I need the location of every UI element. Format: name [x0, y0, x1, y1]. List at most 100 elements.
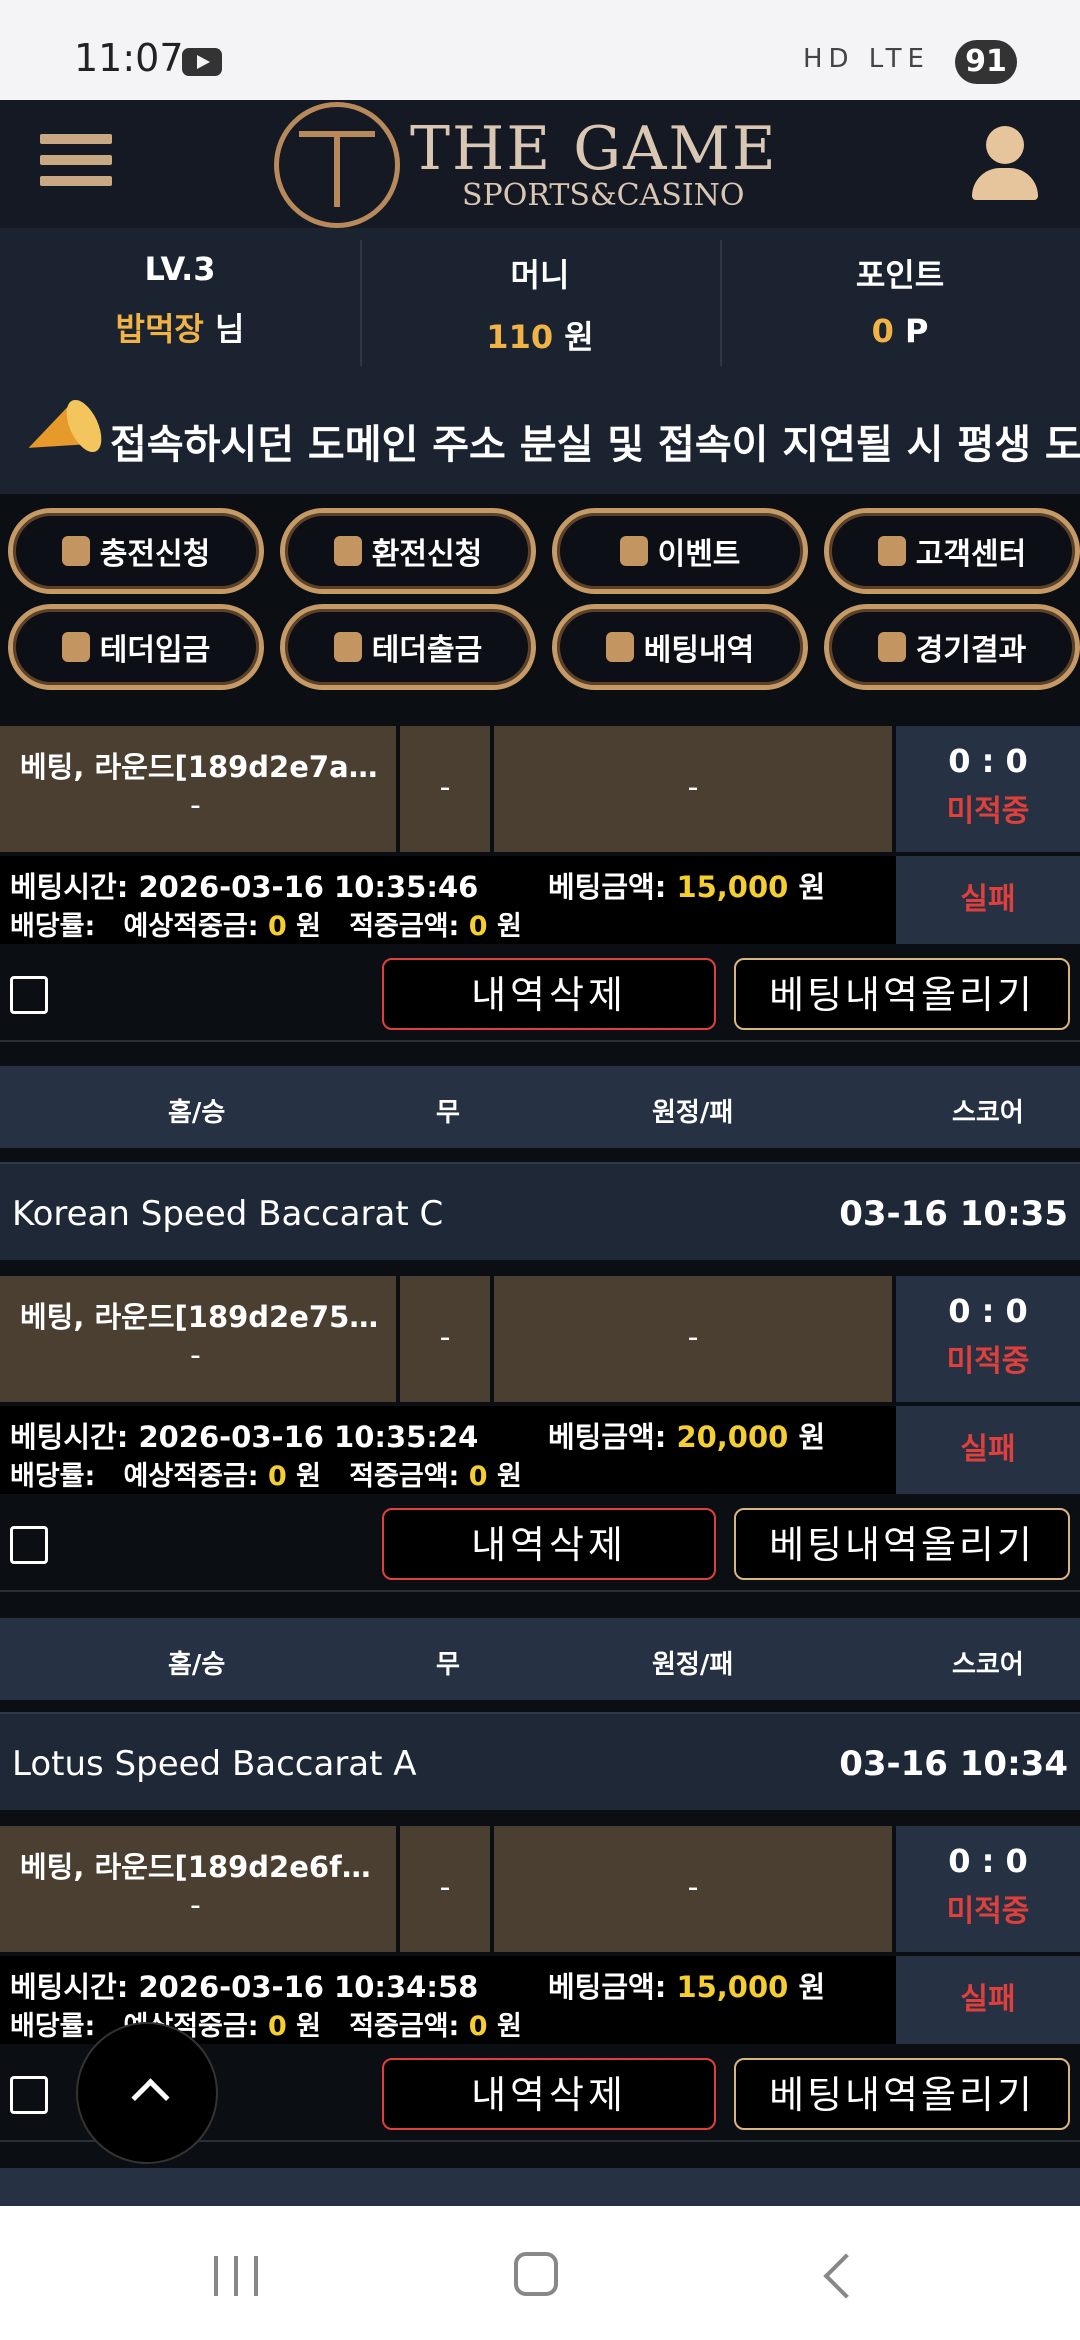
- result-badge: 실패: [896, 1956, 1080, 2044]
- notice-banner[interactable]: 접속하시던 도메인 주소 분실 및 접속이 지연될 시 평생 도!: [0, 378, 1080, 494]
- money-panel: 머니 110 원: [360, 228, 720, 378]
- hit-state: 미적중: [946, 794, 1030, 829]
- menu-support-button[interactable]: 고객센터: [824, 508, 1080, 594]
- home-cell: 베팅, 라운드[189d2e6f8… -: [0, 1826, 396, 1952]
- score-value: 0 : 0: [948, 742, 1028, 780]
- hand-coin-icon: [333, 632, 362, 662]
- bet-amount: 20,000: [676, 1420, 789, 1454]
- hand-coin-icon: [333, 536, 362, 566]
- system-navigation-bar: [0, 2206, 1080, 2340]
- point-value: 0: [871, 312, 894, 350]
- user-level: LV.3: [144, 250, 216, 288]
- menu-deposit-button[interactable]: 충전신청: [8, 508, 264, 594]
- bet-time: 2026-03-16 10:34:58: [138, 1970, 479, 2004]
- scroll-top-button[interactable]: [76, 2022, 218, 2164]
- point-unit: P: [904, 312, 929, 350]
- app-header: THE GAME SPORTS&CASINO: [0, 100, 1080, 228]
- megaphone-icon: [16, 394, 109, 474]
- game-time: 03-16 10:35: [839, 1194, 1068, 1234]
- bet-sub: -: [190, 1888, 201, 1923]
- score-cell: 0 : 0 미적중: [896, 1276, 1080, 1402]
- bet-amount: 15,000: [676, 1970, 789, 2004]
- scoreboard-icon: [877, 632, 906, 662]
- menu-event-button[interactable]: 이벤트: [552, 508, 808, 594]
- score-cell: 0 : 0 미적중: [896, 1826, 1080, 1952]
- delete-history-button[interactable]: 내역삭제: [382, 958, 716, 1030]
- bet-amount: 15,000: [676, 870, 789, 904]
- away-cell: -: [494, 1826, 892, 1952]
- status-time: 11:07: [74, 36, 184, 80]
- post-history-button[interactable]: 베팅내역올리기: [734, 958, 1070, 1030]
- back-icon[interactable]: [823, 2253, 869, 2299]
- bet-time: 2026-03-16 10:35:46: [138, 870, 479, 904]
- network-status-icons: HD LTE: [802, 44, 930, 74]
- money-value: 110: [486, 318, 554, 356]
- table-header: 홈/승 무 원정/패 스코어: [0, 1618, 1080, 1700]
- logo-emblem-icon[interactable]: [274, 102, 400, 228]
- logo-title[interactable]: THE GAME: [410, 114, 778, 184]
- point-label: 포인트: [855, 256, 945, 294]
- status-bar: 11:07 HD LTE 91: [0, 0, 1080, 100]
- bet-detail: 베팅시간: 2026-03-16 10:35:24 베팅금액: 20,000 원…: [0, 1406, 1080, 1494]
- headset-icon: [877, 536, 906, 566]
- hit-amount: 0: [468, 1461, 488, 1492]
- expected-amount: 0: [267, 2011, 287, 2042]
- money-unit: 원: [564, 318, 594, 356]
- logo-subtitle: SPORTS&CASINO: [462, 178, 745, 213]
- game-name: Lotus Speed Baccarat A: [12, 1744, 417, 1784]
- result-badge: 실패: [896, 856, 1080, 944]
- list-icon: [605, 632, 634, 662]
- money-label: 머니: [510, 256, 570, 294]
- user-profile-icon[interactable]: [970, 126, 1040, 202]
- menu-bet-history-button[interactable]: 베팅내역: [552, 604, 808, 690]
- delete-history-button[interactable]: 내역삭제: [382, 2058, 716, 2130]
- table-header-partial: [0, 2168, 1080, 2206]
- game-title-row: Korean Speed Baccarat C 03-16 10:35: [0, 1162, 1080, 1260]
- notice-text: 접속하시던 도메인 주소 분실 및 접속이 지연될 시 평생 도!: [110, 422, 1080, 468]
- hamburger-menu-icon[interactable]: [40, 134, 112, 194]
- bet-label: 베팅, 라운드[189d2e758…: [20, 1300, 380, 1334]
- game-time: 03-16 10:34: [839, 1744, 1068, 1784]
- hit-state: 미적중: [946, 1894, 1030, 1929]
- select-checkbox[interactable]: [10, 1526, 48, 1564]
- result-badge: 실패: [896, 1406, 1080, 1494]
- bet-sub: -: [190, 788, 201, 823]
- bet-actions: 내역삭제 베팅내역올리기: [0, 1494, 1080, 1592]
- score-cell: 0 : 0 미적중: [896, 726, 1080, 852]
- bet-row[interactable]: 베팅, 라운드[189d2e6f8… - - - 0 : 0 미적중: [0, 1826, 1080, 1952]
- delete-history-button[interactable]: 내역삭제: [382, 1508, 716, 1580]
- draw-cell: -: [400, 726, 490, 852]
- select-checkbox[interactable]: [10, 976, 48, 1014]
- youtube-icon: [182, 48, 222, 76]
- hit-amount: 0: [468, 2011, 488, 2042]
- select-checkbox[interactable]: [10, 2076, 48, 2114]
- game-name: Korean Speed Baccarat C: [12, 1194, 444, 1234]
- bet-row[interactable]: 베팅, 라운드[189d2e7a91… - - - 0 : 0 미적중: [0, 726, 1080, 852]
- battery-indicator: 91: [955, 40, 1017, 84]
- bet-sub: -: [190, 1338, 201, 1373]
- calendar-star-icon: [619, 536, 648, 566]
- menu-tether-withdraw-button[interactable]: 테더출금: [280, 604, 536, 690]
- bet-time: 2026-03-16 10:35:24: [138, 1420, 479, 1454]
- money-bag-icon: [61, 632, 90, 662]
- game-title-row: Lotus Speed Baccarat A 03-16 10:34: [0, 1712, 1080, 1810]
- home-cell: 베팅, 라운드[189d2e758… -: [0, 1276, 396, 1402]
- bet-label: 베팅, 라운드[189d2e7a91…: [20, 750, 380, 784]
- menu-results-button[interactable]: 경기결과: [824, 604, 1080, 690]
- recent-apps-icon[interactable]: [214, 2256, 258, 2296]
- bet-row[interactable]: 베팅, 라운드[189d2e758… - - - 0 : 0 미적중: [0, 1276, 1080, 1402]
- expected-amount: 0: [267, 911, 287, 942]
- bet-actions: 내역삭제 베팅내역올리기: [0, 944, 1080, 1042]
- home-icon[interactable]: [514, 2252, 558, 2296]
- hit-state: 미적중: [946, 1344, 1030, 1379]
- away-cell: -: [494, 1276, 892, 1402]
- score-value: 0 : 0: [948, 1842, 1028, 1880]
- menu-tether-deposit-button[interactable]: 테더입금: [8, 604, 264, 690]
- score-value: 0 : 0: [948, 1292, 1028, 1330]
- post-history-button[interactable]: 베팅내역올리기: [734, 1508, 1070, 1580]
- away-cell: -: [494, 726, 892, 852]
- post-history-button[interactable]: 베팅내역올리기: [734, 2058, 1070, 2130]
- table-header: 홈/승 무 원정/패 스코어: [0, 1066, 1080, 1148]
- hit-amount: 0: [468, 911, 488, 942]
- menu-withdraw-button[interactable]: 환전신청: [280, 508, 536, 594]
